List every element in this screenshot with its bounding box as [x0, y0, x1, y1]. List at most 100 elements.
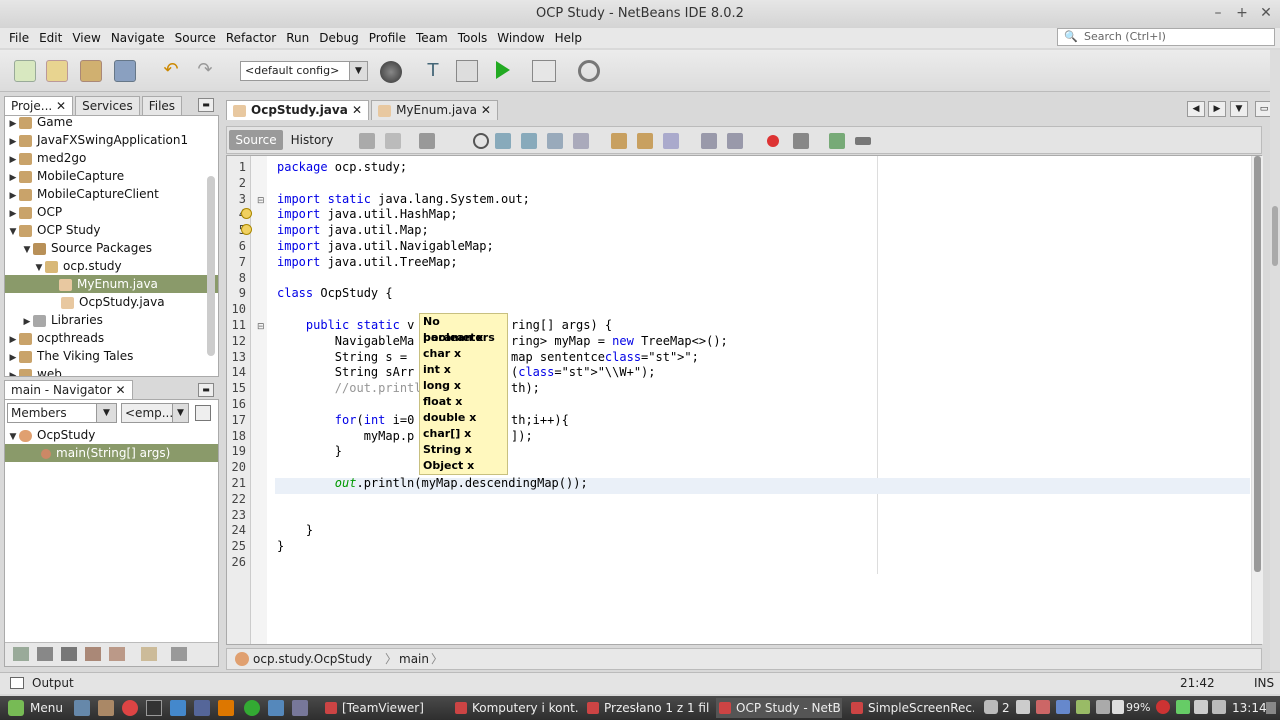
code-line[interactable]: for(int i=0	[277, 412, 415, 428]
tree-item-ocpthreads[interactable]: ▶ ocpthreads	[7, 329, 105, 347]
vscode-launcher-icon[interactable]	[170, 700, 186, 716]
code-line-tail[interactable]: th);	[511, 380, 540, 396]
tab-services[interactable]: Services	[75, 96, 140, 116]
update-icon[interactable]	[1156, 700, 1170, 714]
next-bookmark-icon[interactable]	[637, 133, 653, 149]
menu-tools[interactable]: Tools	[453, 28, 493, 48]
tree-item-myenum[interactable]: MyEnum.java	[5, 275, 218, 293]
source-tab[interactable]: Source	[229, 130, 283, 150]
breadcrumb-class[interactable]: ocp.study.OcpStudy	[253, 649, 372, 669]
menu-debug[interactable]: Debug	[314, 28, 363, 48]
code-line[interactable]: String sArr	[277, 364, 414, 380]
window-scrollbar[interactable]	[1270, 50, 1280, 670]
shift-right-icon[interactable]	[727, 133, 743, 149]
filter-inherited-icon[interactable]	[85, 647, 101, 661]
filter-static-icon[interactable]	[37, 647, 53, 661]
shield-icon[interactable]	[1176, 700, 1190, 714]
sort-icon[interactable]	[109, 647, 125, 661]
chat-icon[interactable]	[984, 700, 998, 714]
tree-item-ocpstudy-java[interactable]: OcpStudy.java	[61, 293, 165, 311]
toggle-selection-icon[interactable]	[573, 133, 589, 149]
tree-item-mobilecaptureclient[interactable]: ▶ MobileCaptureClient	[7, 185, 159, 203]
clock[interactable]: 13:14	[1232, 696, 1267, 720]
last-edit-icon[interactable]	[359, 133, 375, 149]
tree-item-med2go[interactable]: ▶ med2go	[7, 149, 87, 167]
toggle-bookmark-icon[interactable]	[663, 133, 679, 149]
code-line[interactable]: class OcpStudy {	[277, 285, 393, 301]
completion-item[interactable]: float x	[420, 394, 507, 410]
system-tray-icon[interactable]	[1016, 700, 1030, 714]
redo-icon[interactable]: ↷	[194, 60, 216, 82]
navigator-method-item[interactable]: main(String[] args)	[5, 444, 218, 462]
filter-select[interactable]: <emp... ▼	[121, 403, 189, 423]
run-icon[interactable]	[496, 61, 510, 79]
tab-files[interactable]: Files	[141, 96, 183, 116]
menu-team[interactable]: Team	[411, 28, 453, 48]
task-simplescreenrecorder[interactable]: SimpleScreenRec...	[848, 698, 974, 718]
network-icon[interactable]	[1194, 700, 1208, 714]
terminal-launcher-icon[interactable]	[146, 700, 162, 716]
task-netbeans[interactable]: OCP Study - NetB...	[716, 698, 842, 718]
breadcrumb-method[interactable]: main	[399, 649, 429, 669]
back-icon[interactable]	[385, 133, 401, 149]
completion-item[interactable]: char[] x	[420, 426, 507, 442]
code-line-tail[interactable]: ring> myMap = new TreeMap<>();	[511, 333, 728, 349]
start-menu-button[interactable]: Menu	[30, 696, 63, 720]
completion-item[interactable]: char x	[420, 346, 507, 362]
code-line[interactable]: NavigableMa	[277, 333, 414, 349]
chevron-down-icon[interactable]: ▼	[96, 404, 116, 422]
scroll-left-icon[interactable]: ◀	[1187, 101, 1205, 117]
profile-icon[interactable]	[578, 60, 600, 82]
task-przeslano[interactable]: Przesłano 1 z 1 fil...	[584, 698, 710, 718]
filter-nonpublic-icon[interactable]	[61, 647, 77, 661]
code-line[interactable]: }	[277, 443, 342, 459]
output-tab[interactable]: Output	[32, 673, 74, 693]
code-line[interactable]: import java.util.Map;	[277, 222, 429, 238]
config-select[interactable]: <default config> ▼	[240, 61, 368, 81]
code-line[interactable]: public static v	[277, 317, 414, 333]
minimize-button[interactable]: –	[1206, 0, 1230, 28]
navigator-class-item[interactable]: ▼ OcpStudy	[7, 426, 96, 444]
volume-icon[interactable]	[1212, 700, 1226, 714]
battery-icon[interactable]	[1112, 700, 1124, 714]
app-launcher-icon[interactable]	[218, 700, 234, 716]
build-hammer-icon[interactable]: T	[422, 60, 444, 82]
tree-item-ocp-study-package[interactable]: ▼ ocp.study	[33, 257, 122, 275]
menu-navigate[interactable]: Navigate	[106, 28, 170, 48]
code-line[interactable]: //out.printl	[277, 380, 422, 396]
hint-bulb-icon[interactable]	[241, 208, 252, 219]
save-all-icon[interactable]	[114, 60, 136, 82]
tree-item-web[interactable]: ▶ web	[7, 365, 62, 376]
filter-options-icon[interactable]	[195, 405, 211, 421]
tree-item-libraries[interactable]: ▶ Libraries	[21, 311, 103, 329]
find-previous-icon[interactable]	[495, 133, 511, 149]
code-line[interactable]: }	[277, 538, 284, 554]
close-icon[interactable]: ✕	[116, 383, 126, 397]
app-launcher-icon[interactable]	[292, 700, 308, 716]
toggle-highlight-icon[interactable]	[547, 133, 563, 149]
undo-icon[interactable]: ↶	[160, 60, 182, 82]
clean-build-icon[interactable]	[456, 60, 478, 82]
tree-item-ocp-study[interactable]: ▼ OCP Study	[7, 221, 101, 239]
shift-left-icon[interactable]	[701, 133, 717, 149]
spotify-launcher-icon[interactable]	[244, 700, 260, 716]
task-komputery[interactable]: Komputery i kont...	[452, 698, 578, 718]
close-icon[interactable]: ✕	[481, 103, 491, 117]
menu-view[interactable]: View	[67, 28, 105, 48]
new-project-icon[interactable]	[46, 60, 68, 82]
code-line-tail[interactable]: (class="st">"\\W+");	[511, 364, 656, 380]
tree-item-ocp[interactable]: ▶ OCP	[7, 203, 63, 221]
fold-icon[interactable]: ⊟	[257, 196, 265, 206]
projects-scrollbar[interactable]	[207, 176, 215, 356]
maximize-button[interactable]: +	[1230, 0, 1254, 28]
code-line[interactable]: import java.util.HashMap;	[277, 206, 458, 222]
menu-run[interactable]: Run	[281, 28, 314, 48]
system-tray-icon[interactable]	[1056, 700, 1070, 714]
code-line[interactable]: out.println(myMap.descendingMap());	[277, 475, 588, 491]
find-icon[interactable]	[473, 133, 489, 149]
menu-edit[interactable]: Edit	[34, 28, 67, 48]
tree-item-javafx[interactable]: ▶ JavaFXSwingApplication1	[7, 131, 189, 149]
app-launcher-icon[interactable]	[194, 700, 210, 716]
tree-item-game[interactable]: ▶ Game	[7, 116, 73, 131]
code-line[interactable]: package ocp.study;	[277, 159, 407, 175]
